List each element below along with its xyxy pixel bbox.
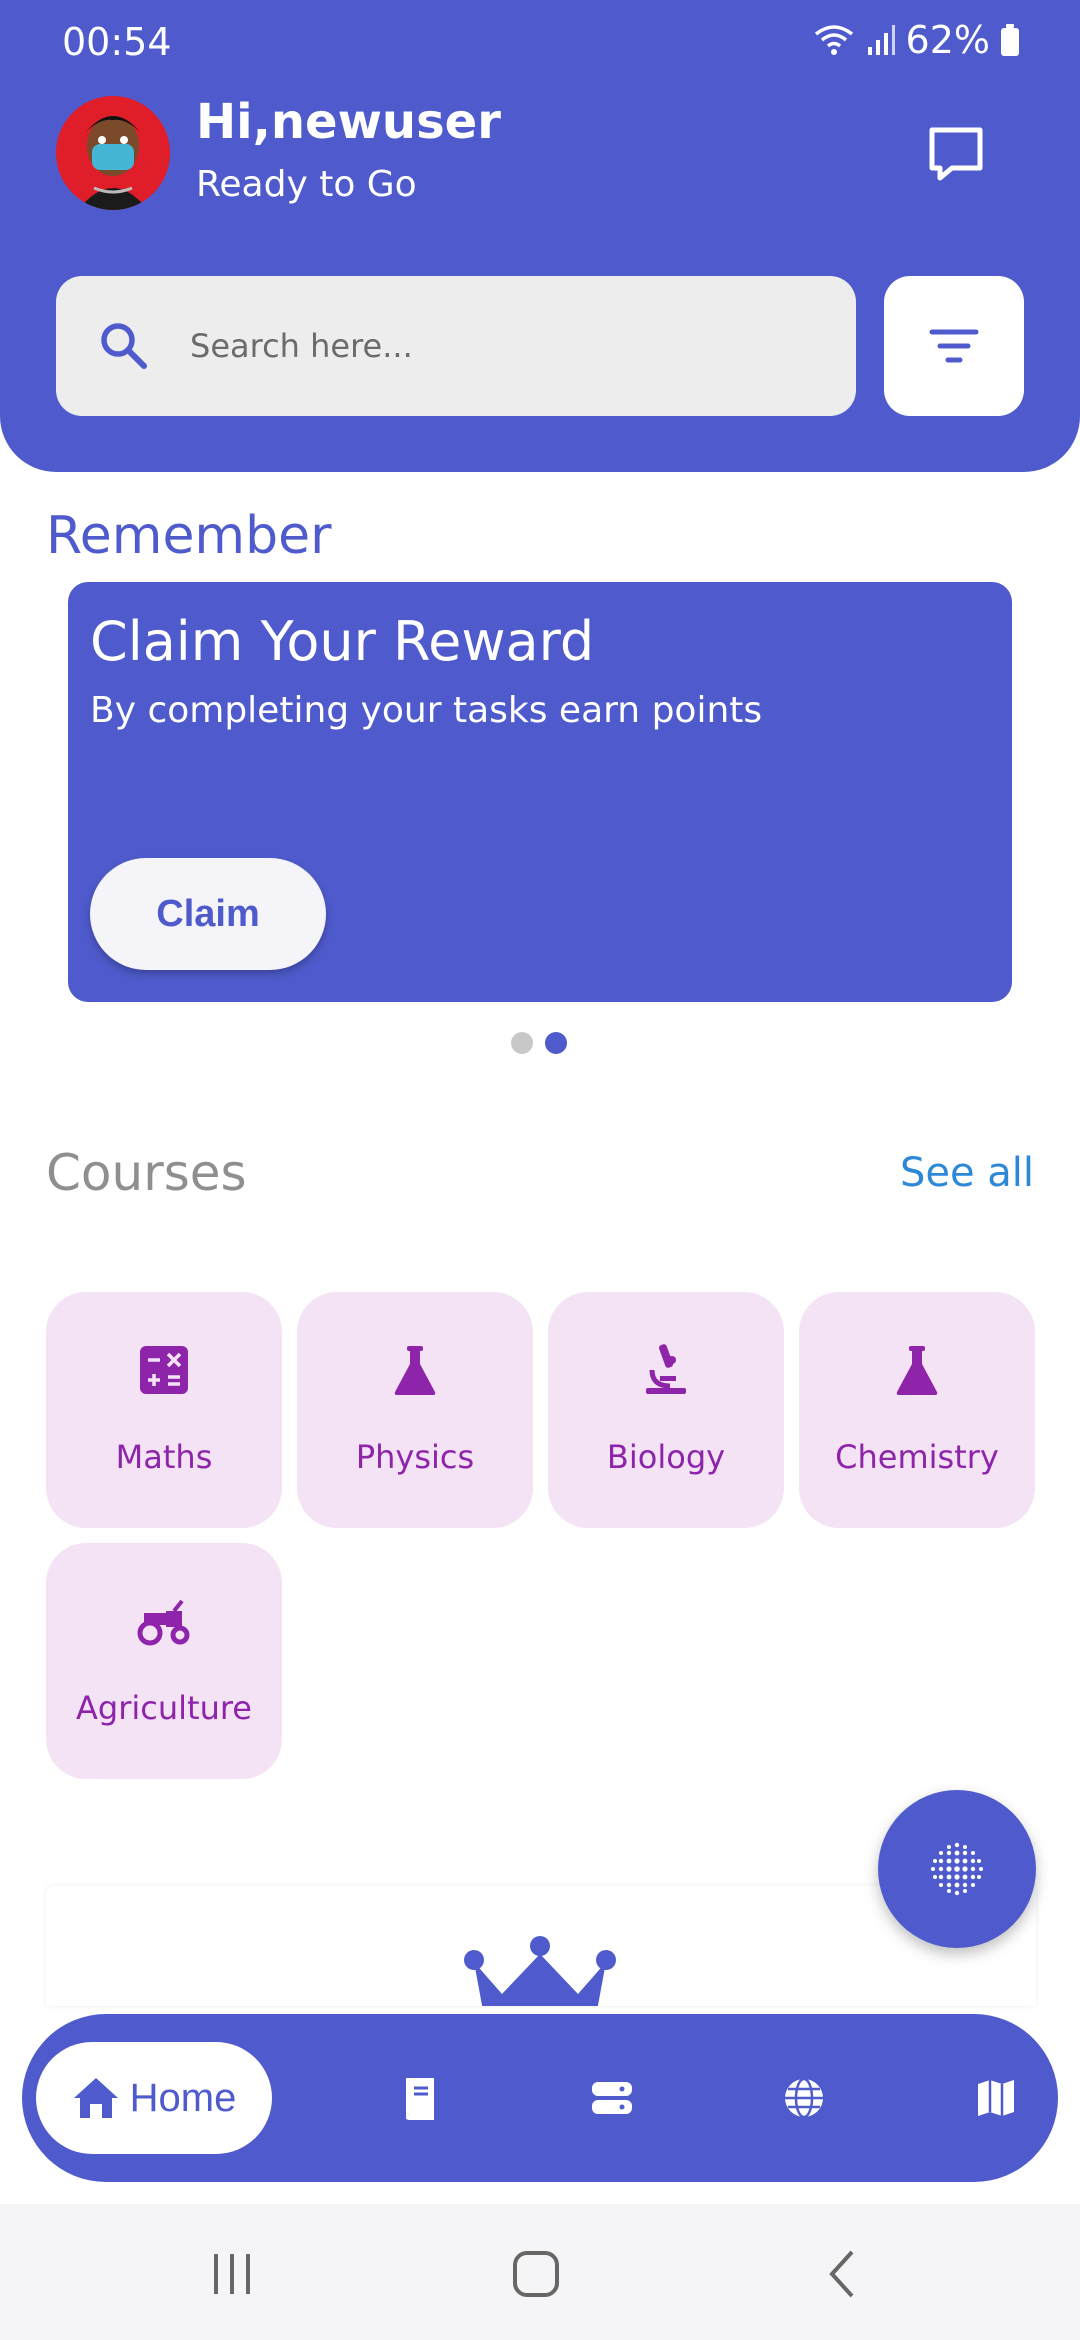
book-icon[interactable] [396, 2074, 444, 2122]
calculator-icon [140, 1346, 188, 1394]
course-label: Biology [606, 1438, 726, 1476]
bottom-navigation: Home [22, 2014, 1058, 2182]
search-icon [101, 323, 147, 369]
course-card-agriculture[interactable]: Agriculture [46, 1543, 282, 1779]
reward-card[interactable]: Claim Your Reward By completing your tas… [68, 582, 1012, 1002]
see-all-link[interactable]: See all [900, 1150, 1034, 1196]
carousel-dot-active[interactable] [545, 1032, 567, 1054]
system-navigation-bar [0, 2204, 1080, 2340]
search-bar[interactable] [56, 276, 856, 416]
battery-icon [1001, 24, 1019, 56]
reward-card-title: Claim Your Reward [90, 610, 595, 673]
carousel-dot[interactable] [511, 1032, 533, 1054]
nav-home-label: Home [129, 2075, 237, 2120]
nav-home[interactable]: Home [36, 2042, 272, 2154]
back-icon[interactable] [822, 2248, 862, 2300]
filter-button[interactable] [884, 276, 1024, 416]
greeting-subtitle: Ready to Go [196, 164, 417, 205]
remember-heading: Remember [46, 506, 332, 566]
tractor-icon [137, 1599, 190, 1646]
chat-icon [929, 127, 983, 181]
course-card-maths[interactable]: Maths [46, 1292, 282, 1528]
flask-icon [896, 1346, 938, 1395]
server-icon[interactable] [588, 2074, 636, 2122]
microscope-icon [646, 1344, 686, 1394]
reward-card-subtitle: By completing your tasks earn points [90, 690, 763, 731]
course-label: Maths [115, 1438, 213, 1476]
filter-icon [929, 329, 979, 363]
avatar[interactable] [56, 96, 170, 210]
wifi-icon [814, 25, 853, 55]
status-indicators: 62% [812, 18, 1020, 62]
course-label: Physics [355, 1438, 475, 1476]
home-icon [73, 2078, 118, 2118]
globe-icon[interactable] [780, 2074, 828, 2122]
course-card-chemistry[interactable]: Chemistry [799, 1292, 1035, 1528]
user-avatar-icon [56, 96, 170, 210]
battery-percent: 62% [905, 18, 990, 62]
search-input[interactable] [190, 316, 790, 376]
course-label: Agriculture [76, 1689, 252, 1727]
recent-apps-icon[interactable] [208, 2248, 256, 2300]
chat-button[interactable] [918, 116, 994, 192]
signal-icon [867, 25, 895, 55]
fingerprint-fab[interactable] [878, 1790, 1036, 1948]
crown-icon [464, 1936, 616, 2006]
courses-heading: Courses [46, 1144, 247, 1202]
dots-grid-icon [931, 1842, 983, 1896]
course-card-physics[interactable]: Physics [297, 1292, 533, 1528]
map-icon[interactable] [972, 2074, 1020, 2122]
status-time: 00:54 [62, 20, 172, 64]
course-label: Chemistry [835, 1438, 999, 1476]
greeting-title: Hi,newuser [196, 94, 501, 150]
status-bar: 00:54 62% [0, 0, 1080, 90]
course-card-biology[interactable]: Biology [548, 1292, 784, 1528]
app-header: 00:54 62% Hi,newuser Ready to Go Search … [0, 0, 1080, 472]
carousel-indicator [511, 1032, 567, 1054]
flask-icon [394, 1346, 436, 1395]
claim-button[interactable]: Claim [90, 858, 326, 970]
home-button-icon[interactable] [510, 2248, 562, 2300]
